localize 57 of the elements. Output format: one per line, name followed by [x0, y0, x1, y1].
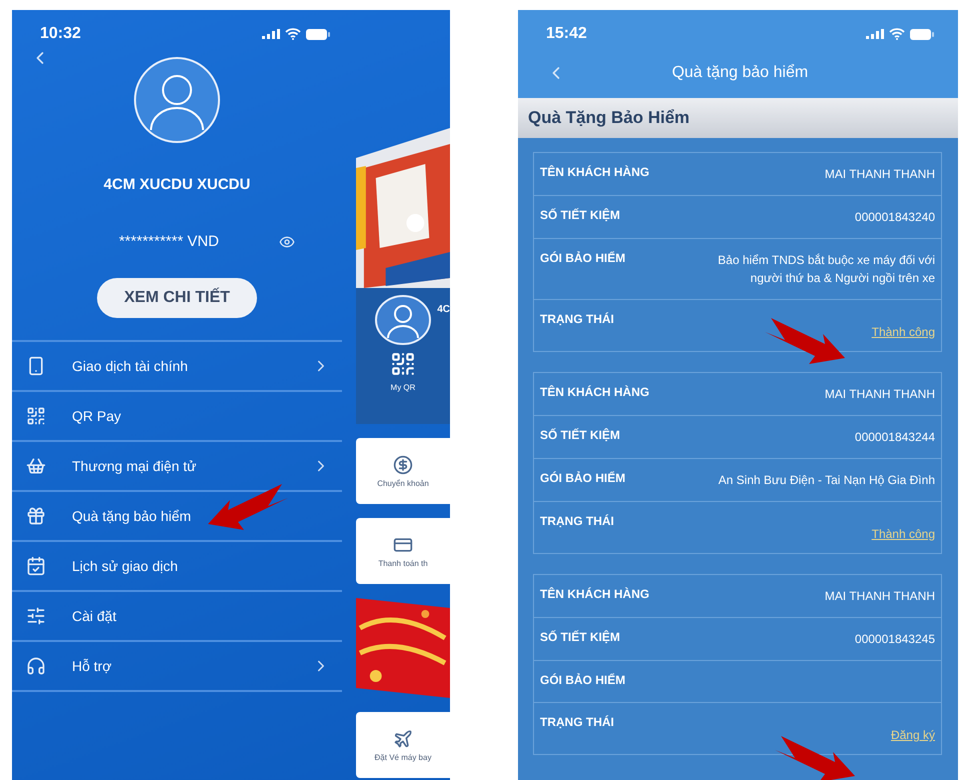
menu-item[interactable]: Giao dịch tài chính: [12, 342, 342, 392]
menu-item-icon: [26, 406, 46, 426]
field-label: SỐ TIẾT KIỆM: [540, 428, 620, 442]
menu-item-icon: [26, 656, 46, 676]
field-value: 000001843240: [854, 209, 935, 226]
eye-icon[interactable]: [279, 234, 296, 250]
preview-name: 4C: [437, 304, 450, 315]
details-button[interactable]: XEM CHI TIẾT: [97, 278, 257, 318]
menu-item[interactable]: Hỗ trợ: [12, 642, 342, 692]
field-label: GÓI BẢO HIỂM: [540, 251, 626, 265]
account-name: 4CM XUCDU XUCDU: [104, 176, 250, 193]
field-label: TRẠNG THÁI: [540, 514, 614, 528]
avatar-icon: [374, 294, 432, 346]
shortcut-tile[interactable]: Thanh toán th: [356, 518, 450, 584]
field-label: TRẠNG THÁI: [540, 312, 614, 326]
menu-item-icon: [26, 556, 46, 576]
field-value: MAI THANH THANH: [824, 588, 935, 605]
field-value: 000001843245: [854, 631, 935, 648]
field-label: TRẠNG THÁI: [540, 715, 614, 729]
battery-icon: [910, 28, 934, 40]
field-label: SỐ TIẾT KIỆM: [540, 208, 620, 222]
shortcut-tile[interactable]: Chuyển khoản: [356, 438, 450, 504]
field-label: TÊN KHÁCH HÀNG: [540, 587, 650, 601]
field-value: 000001843244: [854, 429, 935, 446]
shortcut-tile[interactable]: Đặt Vé máy bay: [356, 712, 450, 778]
menu-item[interactable]: Cài đặt: [12, 592, 342, 642]
screen-title: Quà tặng bảo hiểm: [670, 64, 810, 82]
pointer-arrow-icon: [775, 736, 855, 780]
field-value: MAI THANH THANH: [824, 166, 935, 183]
field-label: GÓI BẢO HIỂM: [540, 471, 626, 485]
menu-item[interactable]: QR Pay: [12, 392, 342, 442]
menu-item-icon: [26, 506, 46, 526]
dollar-icon: [393, 454, 413, 474]
menu-item[interactable]: Lịch sử giao dịch: [12, 542, 342, 592]
qr-icon[interactable]: [390, 351, 416, 377]
wifi-icon: [285, 28, 301, 40]
tile-label: My QR: [390, 383, 416, 392]
menu-item[interactable]: Thương mại điện tử: [12, 442, 342, 492]
status-time: 15:42: [546, 25, 587, 43]
avatar-icon: [133, 56, 221, 144]
field-label: SỐ TIẾT KIỆM: [540, 630, 620, 644]
field-label: GÓI BẢO HIỂM: [540, 673, 626, 687]
section-title: Quà Tặng Bảo Hiểm: [528, 108, 690, 128]
balance-text: *********** VND: [118, 233, 220, 250]
field-value: MAI THANH THANH: [824, 386, 935, 403]
menu-item-icon: [26, 456, 46, 476]
wifi-icon: [889, 28, 905, 40]
menu-item-icon: [26, 606, 46, 626]
battery-icon: [306, 28, 330, 40]
field-value: An Sinh Bưu Điện - Tai Nạn Hộ Gia Đình: [718, 472, 935, 489]
status-time: 10:32: [40, 25, 81, 43]
airplane-icon: [393, 728, 413, 748]
signal-icon: [262, 29, 280, 39]
field-label: TÊN KHÁCH HÀNG: [540, 165, 650, 179]
field-label: TÊN KHÁCH HÀNG: [540, 385, 650, 399]
field-value: Bảo hiểm TNDS bắt buộc xe máy đối với người thứ ba & Người ngồi trên xe: [716, 252, 935, 287]
signal-icon: [866, 29, 884, 39]
